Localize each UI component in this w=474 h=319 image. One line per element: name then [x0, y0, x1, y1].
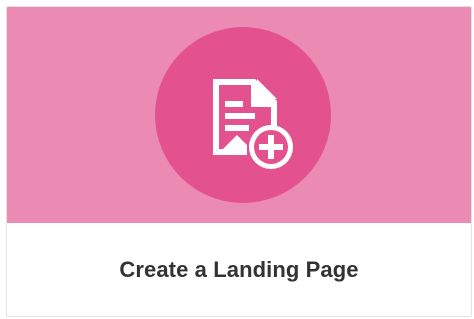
icon-circle: [155, 27, 331, 203]
page-add-icon: [213, 79, 293, 169]
card-title: Create a Landing Page: [119, 257, 359, 282]
create-landing-page-card[interactable]: Create a Landing Page: [6, 6, 472, 317]
card-banner: [7, 7, 471, 223]
